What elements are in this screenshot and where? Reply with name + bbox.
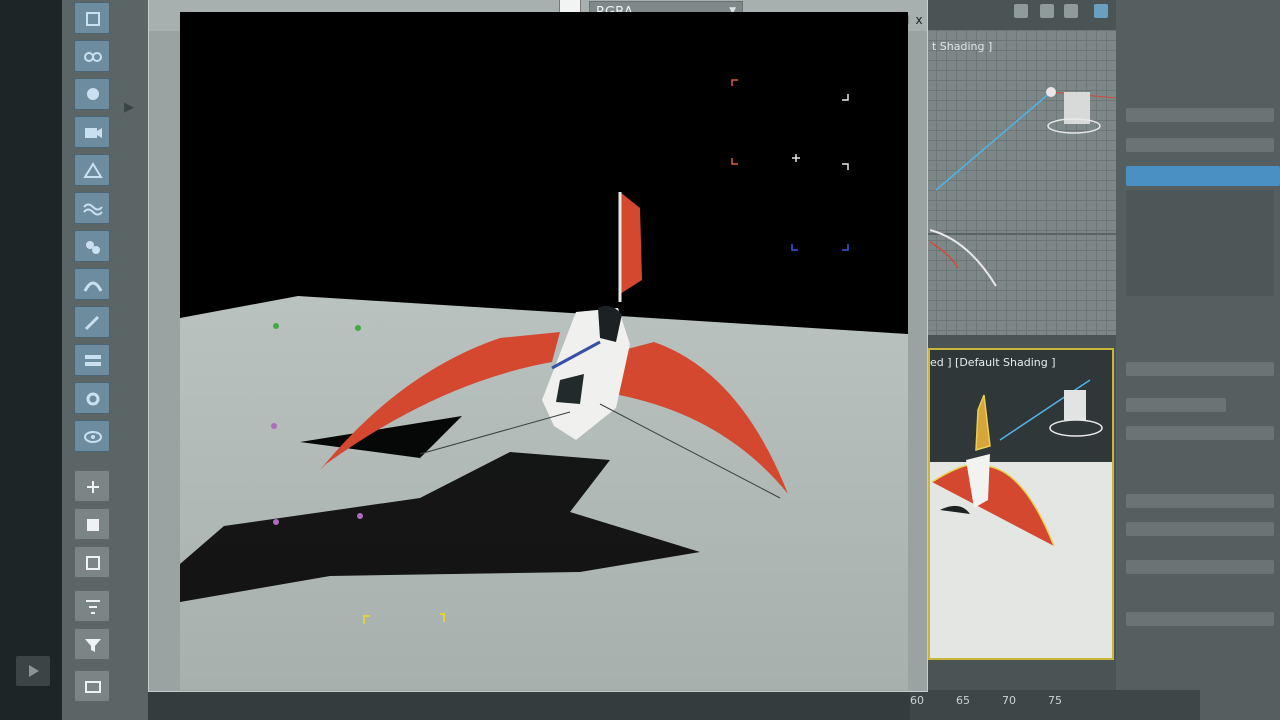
edit-button[interactable] (74, 546, 110, 578)
region-markers-red (731, 79, 738, 165)
wave-icon (83, 203, 103, 216)
edit-icon (86, 556, 100, 570)
cmd-row-2[interactable] (1126, 138, 1274, 152)
viewport-top[interactable] (926, 30, 1117, 335)
shape-icon (83, 162, 103, 178)
spacewarp-tool-button[interactable] (74, 192, 110, 224)
viewport-top-label: t Shading ] (932, 40, 993, 53)
modifier-tool-button[interactable] (74, 382, 110, 414)
box-button[interactable] (74, 508, 110, 540)
toolbar-icon-2[interactable] (1040, 4, 1054, 18)
left-dark-panel (0, 0, 68, 720)
collapse-arrow-icon[interactable]: ▶ (124, 100, 134, 115)
link-icon (84, 52, 102, 62)
timeline-tick: 70 (1002, 694, 1016, 707)
arc-tool-button[interactable] (74, 268, 110, 300)
link-tool-button[interactable] (74, 40, 110, 72)
plus-icon (87, 481, 99, 493)
add-button[interactable] (74, 470, 110, 502)
marker-purple (357, 513, 363, 519)
rect-outline-icon (85, 681, 101, 693)
arc-icon (83, 281, 103, 292)
select-icon (86, 12, 100, 26)
cmd-row-4[interactable] (1126, 398, 1226, 412)
timeline-tick: 75 (1048, 694, 1062, 707)
toolbar-icon-4[interactable] (1094, 4, 1108, 18)
viewport-perspective-scene (930, 379, 1112, 658)
shape-tool-button[interactable] (74, 154, 110, 186)
region-markers-blue (791, 244, 849, 251)
marker-green (273, 323, 279, 329)
cmd-row-selected[interactable] (1126, 166, 1280, 186)
cmd-row-1[interactable] (1126, 108, 1274, 122)
cmd-row-9[interactable] (1126, 612, 1274, 626)
viewport-perspective[interactable] (928, 348, 1114, 660)
viewport-perspective-label: ed ] [Default Shading ] (930, 356, 1056, 369)
layers-icon (85, 355, 101, 366)
cmd-list[interactable] (1126, 190, 1274, 296)
hierarchy-icon (86, 600, 100, 614)
select-tool-button[interactable] (74, 2, 110, 34)
ship-fin (620, 192, 642, 294)
light-icon (87, 88, 99, 100)
command-panel (1116, 0, 1280, 720)
helper-icon (86, 241, 100, 254)
square-icon (87, 519, 99, 531)
marker-purple (271, 423, 277, 429)
timeline-tick: 60 (910, 694, 924, 707)
viewport-top-scene (926, 87, 1117, 287)
play-icon (29, 665, 39, 677)
camera-icon (85, 128, 102, 138)
toolbar-icon-3[interactable] (1064, 4, 1078, 18)
filter-button[interactable] (74, 628, 110, 660)
cmd-row-3[interactable] (1126, 362, 1274, 376)
cmd-row-8[interactable] (1126, 560, 1274, 574)
paint-tool-button[interactable] (74, 306, 110, 338)
gear-icon (86, 392, 100, 406)
play-button[interactable] (16, 656, 50, 686)
layer-tool-button[interactable] (74, 344, 110, 376)
region-markers-white (792, 94, 849, 170)
app-3ds-max: ▶ t Shading] ed] [Default Shading] 60… (0, 0, 1280, 720)
close-button[interactable]: x (912, 13, 926, 27)
timeline-tick: 65 (956, 694, 970, 707)
cmd-row-6[interactable] (1126, 494, 1274, 508)
filter-icon (85, 639, 101, 652)
light-tool-button[interactable] (74, 78, 110, 110)
camera-tool-button[interactable] (74, 116, 110, 148)
eye-icon (84, 431, 102, 443)
toolbar-vertical (74, 0, 114, 720)
cmd-row-5[interactable] (1126, 426, 1274, 440)
brush-icon (84, 315, 100, 331)
utility-button[interactable] (74, 670, 110, 702)
marker-purple (273, 519, 279, 525)
render-scene (180, 79, 908, 690)
toolbar-icon-1[interactable] (1014, 4, 1028, 18)
timeline-ruler[interactable]: 60 65 70 75 (910, 690, 1200, 720)
hierarchy-button[interactable] (74, 590, 110, 622)
cmd-row-7[interactable] (1126, 522, 1274, 536)
marker-green (355, 325, 361, 331)
render-view (180, 12, 908, 690)
view-tool-button[interactable] (74, 420, 110, 452)
helper-tool-button[interactable] (74, 230, 110, 262)
